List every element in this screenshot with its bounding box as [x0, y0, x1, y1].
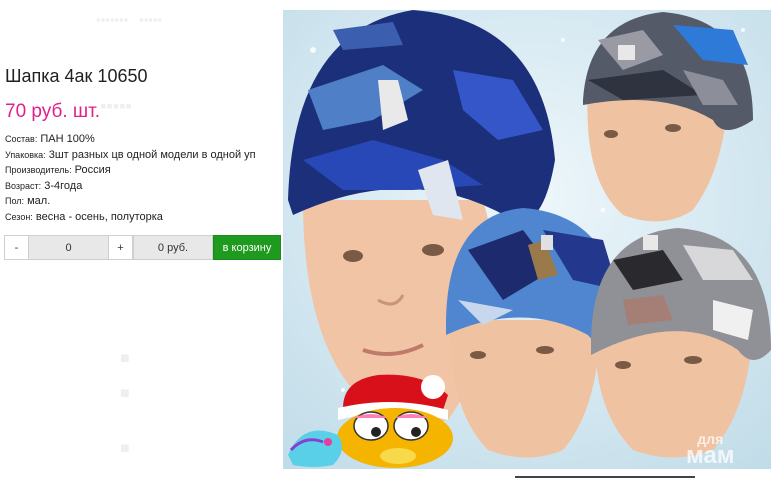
property-packaging: Упаковка: 3шт разных цв одной модели в о…	[5, 148, 256, 161]
quantity-input[interactable]: 0	[29, 235, 108, 260]
watermark: для мам	[686, 432, 735, 468]
property-season: Сезон: весна - осень, полуторка	[5, 210, 163, 223]
property-composition: Состав: ПАН 100%	[5, 133, 95, 145]
sum-field: 0 руб.	[133, 235, 213, 260]
ghost-text: ■	[120, 385, 130, 402]
property-gender: Пол: мал.	[5, 195, 51, 208]
property-age: Возраст: 3-4года	[5, 179, 83, 192]
ghost-text: ▪▪▪▪▪▪▪ ▪▪▪▪▪	[96, 12, 163, 27]
buy-controls: - 0 + 0 руб. в корзину	[4, 235, 281, 260]
product-title: Шапка 4ак 10650	[5, 66, 148, 86]
ghost-text: ■	[120, 350, 130, 367]
add-to-cart-button[interactable]: в корзину	[213, 235, 281, 260]
ghost-text: ■	[120, 440, 130, 457]
product-properties: Состав: ПАН 100% Упаковка: 3шт разных цв…	[5, 132, 256, 226]
product-price: 70 руб. шт.	[5, 101, 101, 122]
decrement-button[interactable]: -	[4, 235, 29, 260]
product-photo-drawing	[283, 10, 771, 469]
thumbnail-strip[interactable]	[515, 476, 695, 487]
increment-button[interactable]: +	[108, 235, 133, 260]
watermark-line2: мам	[686, 442, 735, 469]
ghost-text: ▪▪▪▪▪	[100, 96, 132, 116]
product-photo[interactable]	[283, 10, 771, 469]
property-manufacturer: Производитель: Россия	[5, 164, 111, 177]
